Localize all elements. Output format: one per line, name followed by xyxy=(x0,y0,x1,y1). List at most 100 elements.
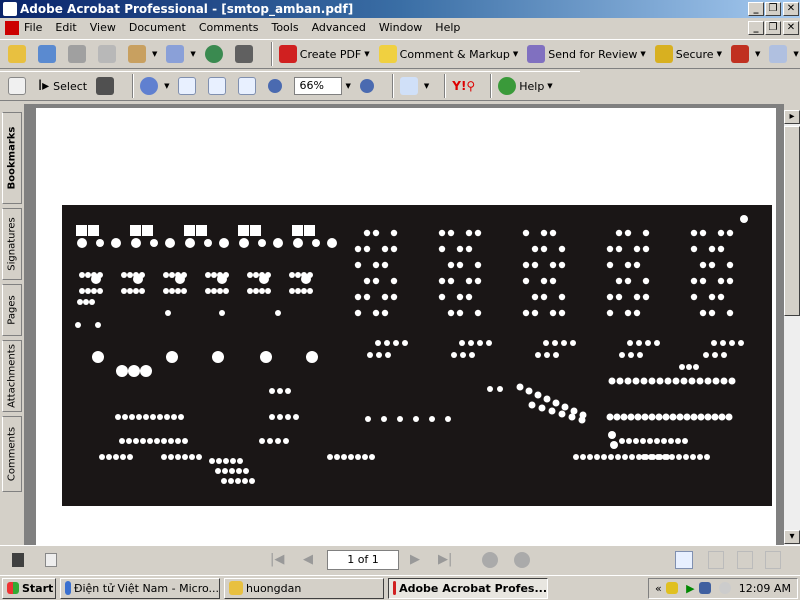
select-tool-button[interactable]: I▸ Select xyxy=(38,78,87,94)
continuous-icon[interactable] xyxy=(708,551,724,569)
print-button[interactable] xyxy=(98,45,119,63)
pad xyxy=(133,438,139,444)
hand-icon xyxy=(8,77,26,95)
pad xyxy=(615,245,623,253)
help-button[interactable]: Help ▼ xyxy=(498,77,553,95)
tab-label: Bookmarks xyxy=(6,126,18,190)
tab-signatures[interactable]: Signatures xyxy=(2,208,22,280)
pad xyxy=(376,352,382,358)
email-button[interactable] xyxy=(204,45,226,63)
tab-comments[interactable]: Comments xyxy=(2,416,22,492)
menu-edit[interactable]: Edit xyxy=(55,21,76,34)
menu-advanced[interactable]: Advanced xyxy=(312,21,366,34)
next-view-icon[interactable] xyxy=(514,552,530,568)
fit-width-button[interactable] xyxy=(238,77,259,95)
comment-markup-button[interactable]: Comment & Markup ▼ xyxy=(378,45,518,63)
restore-button[interactable]: ❐ xyxy=(765,2,781,16)
menu-document[interactable]: Document xyxy=(129,21,186,34)
menu-tools[interactable]: Tools xyxy=(271,21,298,34)
pad xyxy=(558,293,566,301)
previous-view-icon[interactable] xyxy=(482,552,498,568)
page-size-icon[interactable] xyxy=(45,553,57,567)
menu-help[interactable]: Help xyxy=(435,21,460,34)
hand-tool-button[interactable] xyxy=(8,77,29,95)
doc-close-button[interactable]: ✕ xyxy=(783,21,799,35)
pad xyxy=(522,229,530,237)
attach-button[interactable]: ▼ xyxy=(166,45,196,63)
scroll-thumb[interactable] xyxy=(784,126,800,316)
pad xyxy=(601,454,607,460)
close-button[interactable]: ✕ xyxy=(783,2,799,16)
search-button[interactable] xyxy=(234,45,256,63)
catalog-button[interactable]: ▼ xyxy=(128,45,157,63)
task-folder[interactable]: huongdan xyxy=(224,577,384,599)
tab-pages[interactable]: Pages xyxy=(2,284,22,336)
pad xyxy=(693,364,699,370)
snapshot-button[interactable] xyxy=(96,77,117,95)
monitor-icon[interactable] xyxy=(12,553,24,567)
secure-button[interactable]: Secure ▼ xyxy=(654,45,722,63)
doc-minimize-button[interactable]: _ xyxy=(748,21,764,35)
pad xyxy=(79,288,85,294)
zoom-input[interactable]: 66% xyxy=(294,77,343,95)
pad xyxy=(79,272,85,278)
save-button[interactable] xyxy=(68,45,89,63)
next-page-button[interactable]: ▶ xyxy=(410,552,420,567)
minimize-button[interactable]: _ xyxy=(748,2,764,16)
yahoo-search-button[interactable]: Y!⚲ xyxy=(452,79,475,93)
menu-window[interactable]: Window xyxy=(379,21,422,34)
pad xyxy=(381,309,389,317)
task-ie[interactable]: Điện tử Việt Nam - Micro... xyxy=(60,577,220,599)
rotate-button[interactable]: ▼ xyxy=(399,77,429,95)
pad xyxy=(465,277,473,285)
tab-attachments[interactable]: Attachments xyxy=(2,340,22,412)
pad xyxy=(534,391,542,399)
play-icon[interactable]: ▶ xyxy=(686,582,694,595)
pad xyxy=(648,413,656,421)
scroll-up-button[interactable]: ▸ xyxy=(784,110,800,124)
forms-button[interactable]: ▼ xyxy=(769,45,799,63)
menu-file[interactable]: File xyxy=(24,21,42,34)
vertical-scrollbar[interactable]: ▸ ▾ xyxy=(784,110,800,545)
zoom-out-button[interactable] xyxy=(268,79,285,93)
doc-restore-button[interactable]: ❐ xyxy=(765,21,781,35)
pad xyxy=(390,277,398,285)
send-review-button[interactable]: Send for Review ▼ xyxy=(527,45,646,63)
sign-button[interactable]: ▼ xyxy=(730,45,760,63)
messenger-icon[interactable] xyxy=(719,582,732,594)
task-acrobat[interactable]: Adobe Acrobat Profes... xyxy=(388,577,548,599)
network-icon[interactable] xyxy=(699,582,712,594)
menu-comments[interactable]: Comments xyxy=(199,21,259,34)
open-button[interactable] xyxy=(8,45,29,63)
zoom-in-tool-button[interactable]: ▼ xyxy=(140,77,169,95)
first-page-button[interactable]: |◀ xyxy=(270,552,284,567)
start-button[interactable]: Start xyxy=(2,577,56,599)
scroll-down-button[interactable]: ▾ xyxy=(784,530,800,544)
previous-page-button[interactable]: ◀ xyxy=(303,552,313,567)
pad xyxy=(354,261,362,269)
create-pdf-button[interactable]: Create PDF ▼ xyxy=(278,45,370,63)
pad xyxy=(721,352,727,358)
tab-bookmarks[interactable]: Bookmarks xyxy=(2,112,22,204)
last-page-button[interactable]: ▶| xyxy=(438,552,452,567)
page-number-input[interactable]: 1 of 1 xyxy=(327,550,399,570)
pad xyxy=(531,293,539,301)
pad xyxy=(717,229,725,237)
zoom-select[interactable]: 66% ▼ xyxy=(294,77,351,95)
pad xyxy=(447,277,455,285)
tab-label: Comments xyxy=(6,426,18,482)
facing-icon[interactable] xyxy=(737,551,753,569)
pad xyxy=(628,352,634,358)
fit-page-button[interactable] xyxy=(208,77,229,95)
zoom-in-button[interactable] xyxy=(359,79,377,93)
pad xyxy=(664,377,672,385)
single-page-icon[interactable] xyxy=(675,551,693,569)
tab-label: Signatures xyxy=(6,217,18,271)
continuous-facing-icon[interactable] xyxy=(765,551,781,569)
pad xyxy=(633,245,641,253)
organizer-button[interactable] xyxy=(38,45,59,63)
menu-view[interactable]: View xyxy=(90,21,116,34)
actual-size-button[interactable] xyxy=(178,77,199,95)
show-hidden-icons-button[interactable]: « xyxy=(655,582,662,595)
shield-icon[interactable] xyxy=(666,582,679,594)
